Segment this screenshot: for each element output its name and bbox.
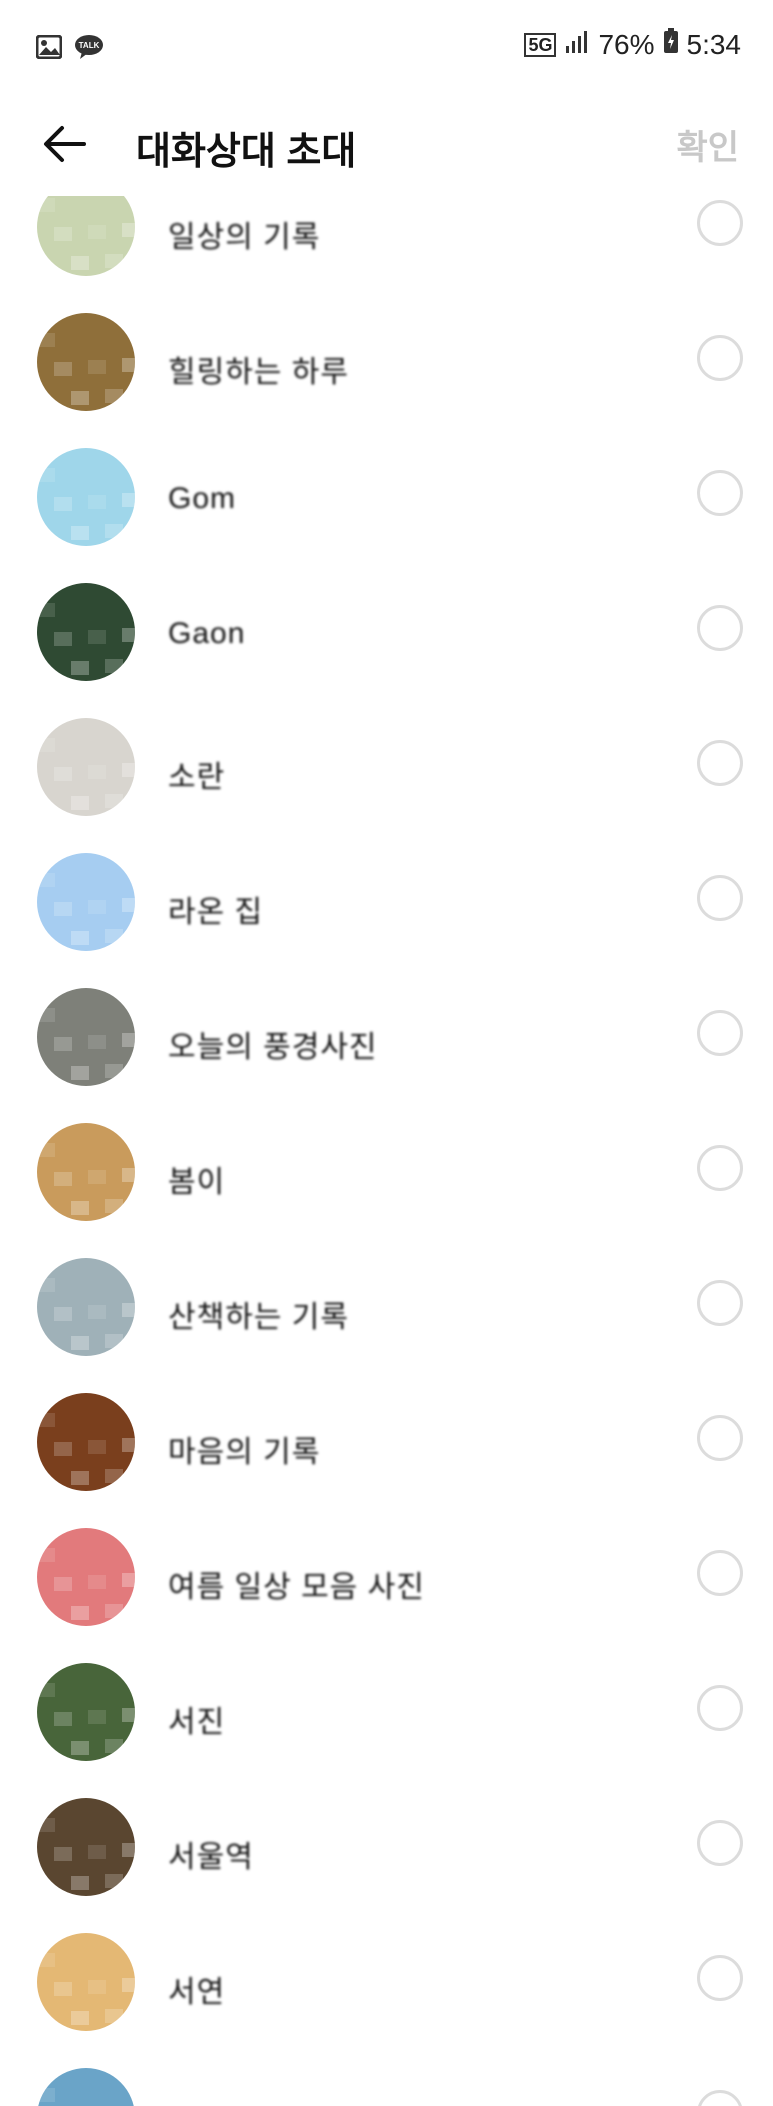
network-5g-icon: 5G bbox=[524, 32, 557, 57]
contact-avatar bbox=[37, 1528, 135, 1626]
contact-name: 오늘의 풍경사진 bbox=[168, 1031, 378, 1064]
contact-name: 산책하는 기록 bbox=[168, 1301, 349, 1334]
select-checkbox[interactable] bbox=[697, 1550, 743, 1596]
contact-avatar bbox=[37, 988, 135, 1086]
contact-list-item[interactable]: 하늘바다 bbox=[0, 2068, 773, 2106]
contact-name: Gom bbox=[168, 482, 237, 515]
select-checkbox[interactable] bbox=[697, 1415, 743, 1461]
contact-name: 서연 bbox=[168, 1976, 226, 2009]
select-checkbox[interactable] bbox=[697, 1280, 743, 1326]
back-arrow-icon[interactable] bbox=[38, 116, 94, 172]
contact-avatar bbox=[37, 448, 135, 546]
contact-avatar bbox=[37, 2068, 135, 2106]
select-checkbox[interactable] bbox=[697, 740, 743, 786]
contact-avatar bbox=[37, 1393, 135, 1491]
contact-avatar bbox=[37, 1258, 135, 1356]
confirm-button[interactable]: 확인 bbox=[676, 120, 739, 169]
contact-list-item[interactable]: 일상의 기록 bbox=[0, 196, 773, 313]
select-checkbox[interactable] bbox=[697, 2090, 743, 2106]
contact-name: 하늘바다 bbox=[168, 2102, 282, 2106]
select-checkbox[interactable] bbox=[697, 335, 743, 381]
select-checkbox[interactable] bbox=[697, 1955, 743, 2001]
select-checkbox[interactable] bbox=[697, 470, 743, 516]
contact-list-item[interactable]: 여름 일상 모음 사진 bbox=[0, 1528, 773, 1663]
battery-percent: 76% bbox=[598, 28, 655, 60]
contact-avatar bbox=[37, 196, 135, 276]
contact-list-item[interactable]: 서진 bbox=[0, 1663, 773, 1798]
contact-avatar bbox=[37, 1798, 135, 1896]
contact-name: 서울역 bbox=[168, 1841, 254, 1874]
contact-list-item[interactable]: 산책하는 기록 bbox=[0, 1258, 773, 1393]
page-title: 대화상대 초대 bbox=[136, 131, 357, 173]
contact-list-item[interactable]: 힐링하는 하루 bbox=[0, 313, 773, 448]
contact-avatar bbox=[37, 1663, 135, 1761]
contact-avatar bbox=[37, 583, 135, 681]
signal-icon bbox=[564, 29, 590, 61]
select-checkbox[interactable] bbox=[697, 1685, 743, 1731]
contact-name: 서진 bbox=[168, 1706, 226, 1739]
status-bar: TALK 5G 76% 5:34 bbox=[0, 0, 773, 96]
contact-list-item[interactable]: 소란 bbox=[0, 718, 773, 853]
contact-name: 마음의 기록 bbox=[168, 1436, 321, 1469]
contact-name: 소란 bbox=[168, 761, 226, 794]
contact-name: 라온 집 bbox=[168, 896, 264, 929]
status-left-icons: TALK bbox=[35, 34, 104, 65]
contact-avatar bbox=[37, 853, 135, 951]
select-checkbox[interactable] bbox=[697, 200, 743, 246]
contact-avatar bbox=[37, 1123, 135, 1221]
contact-list-item[interactable]: 봄이 bbox=[0, 1123, 773, 1258]
contact-avatar bbox=[37, 313, 135, 411]
select-checkbox[interactable] bbox=[697, 1820, 743, 1866]
select-checkbox[interactable] bbox=[697, 1145, 743, 1191]
contact-list[interactable]: 일상의 기록힐링하는 하루 Gom Gaon 소란라온 집오늘의 풍경사진봄이산책하는… bbox=[0, 196, 773, 2106]
contact-name: 봄이 bbox=[168, 1166, 226, 1199]
status-right: 5G 76% 5:34 bbox=[524, 28, 741, 61]
contact-list-item[interactable]: 라온 집 bbox=[0, 853, 773, 988]
contact-list-item[interactable]: 서울역 bbox=[0, 1798, 773, 1933]
contact-name: 일상의 기록 bbox=[168, 221, 321, 254]
contact-list-item[interactable]: 마음의 기록 bbox=[0, 1393, 773, 1528]
contact-name: 여름 일상 모음 사진 bbox=[168, 1571, 425, 1604]
select-checkbox[interactable] bbox=[697, 605, 743, 651]
talk-notification-icon: TALK bbox=[74, 34, 104, 65]
select-checkbox[interactable] bbox=[697, 875, 743, 921]
battery-icon bbox=[663, 28, 679, 61]
gallery-icon bbox=[35, 34, 63, 64]
contact-list-item[interactable]: Gom bbox=[0, 448, 773, 583]
app-bar: 대화상대 초대 확인 bbox=[0, 96, 773, 192]
select-checkbox[interactable] bbox=[697, 1010, 743, 1056]
contact-avatar bbox=[37, 718, 135, 816]
contact-list-item[interactable]: Gaon bbox=[0, 583, 773, 718]
contact-list-item[interactable]: 오늘의 풍경사진 bbox=[0, 988, 773, 1123]
clock: 5:34 bbox=[686, 28, 742, 60]
contact-name: 힐링하는 하루 bbox=[168, 356, 349, 389]
contact-list-item[interactable]: 서연 bbox=[0, 1933, 773, 2068]
svg-text:TALK: TALK bbox=[79, 41, 100, 50]
contact-avatar bbox=[37, 1933, 135, 2031]
contact-name: Gaon bbox=[168, 617, 246, 650]
